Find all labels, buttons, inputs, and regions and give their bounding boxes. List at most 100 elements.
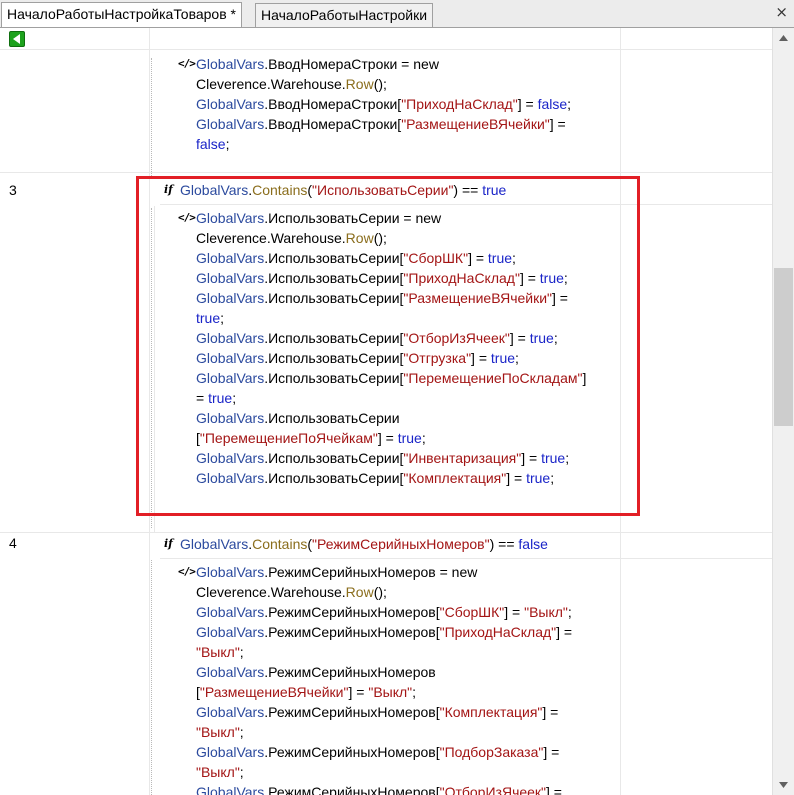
code-token: true xyxy=(487,250,513,266)
code-line[interactable]: GlobalVars.ВводНомераСтроки["ПриходНаСкл… xyxy=(196,94,571,114)
code-token: "Выкл" xyxy=(524,604,568,620)
code-token: "ОтборИзЯчеек" xyxy=(403,330,510,346)
code-token: .ИспользоватьСерии xyxy=(264,410,400,426)
code-token: ] = xyxy=(521,450,542,466)
code-token: ) == xyxy=(453,182,483,198)
code-line[interactable]: GlobalVars.ВводНомераСтроки["РазмещениеВ… xyxy=(196,114,566,134)
if-icon: if xyxy=(164,183,173,196)
code-token: true xyxy=(529,330,554,346)
code-line[interactable]: GlobalVars.ИспользоватьСерии["ПриходНаСк… xyxy=(196,268,568,288)
code-token: ] = xyxy=(519,270,540,286)
scroll-up-icon[interactable] xyxy=(777,32,790,44)
code-token: "РазмещениеВЯчейки" xyxy=(199,684,349,700)
code-token: .РежимСерийныхНомеров xyxy=(264,664,436,680)
code-token: ВводНомераСтроки = new xyxy=(268,56,439,72)
tab-nachalo-raboty-nastroyka-tovarov[interactable]: НачалоРаботыНастройкаТоваров * xyxy=(1,2,242,27)
code-line[interactable]: ["ПеремещениеПоЯчейкам"] = true; xyxy=(196,428,426,448)
code-token: true xyxy=(541,450,566,466)
code-line[interactable]: GlobalVars.ИспользоватьСерии["Инвентариз… xyxy=(196,448,569,468)
code-token: GlobalVars xyxy=(196,250,265,266)
code-token: GlobalVars xyxy=(196,470,265,486)
code-token: true xyxy=(196,310,221,326)
code-token: false xyxy=(196,136,226,152)
tab-nachalo-raboty-nastroyki[interactable]: НачалоРаботыНастройки xyxy=(255,3,434,27)
code-line[interactable]: Cleverence.Warehouse.Row(); xyxy=(196,228,387,248)
code-line[interactable]: GlobalVars.РежимСерийныхНомеров["ПодборЗ… xyxy=(196,742,559,762)
code-token: "Отгрузка" xyxy=(403,350,472,366)
code-editor: </> GlobalVars.ВводНомераСтроки = new Clev… xyxy=(0,28,772,795)
code-line[interactable]: Cleverence.Warehouse.Row(); xyxy=(196,74,387,94)
code-line[interactable]: GlobalVars.ИспользоватьСерии["СборШК"] =… xyxy=(196,248,516,268)
code-line[interactable]: "Выкл"; xyxy=(196,762,244,782)
code-token: ; xyxy=(567,96,572,112)
code-line[interactable]: Cleverence.Warehouse.Row(); xyxy=(196,582,387,602)
row-number: 3 xyxy=(9,182,17,198)
code-token: Cleverence.Warehouse. xyxy=(196,584,346,600)
code-token: ; xyxy=(232,390,237,406)
code-token: "Выкл" xyxy=(196,644,240,660)
code-token: Row xyxy=(345,230,374,246)
code-token: GlobalVars xyxy=(196,450,265,466)
code-line[interactable]: GlobalVars.РежимСерийныхНомеров["ПриходН… xyxy=(196,622,572,642)
code-token: ; xyxy=(225,136,230,152)
code-token: true xyxy=(482,182,507,198)
close-tab-button[interactable]: × xyxy=(775,3,788,21)
code-token: true xyxy=(208,390,233,406)
code-token: ; xyxy=(567,604,572,620)
code-token: "Выкл" xyxy=(196,724,240,740)
code-token: ; xyxy=(550,470,555,486)
if-condition[interactable]: GlobalVars.Contains("ИспользоватьСерии")… xyxy=(180,180,506,200)
code-token: ; xyxy=(412,684,417,700)
code-token: .РежимСерийныхНомеров = new xyxy=(264,564,478,580)
code-line[interactable]: GlobalVars.РежимСерийныхНомеров["ОтборИз… xyxy=(196,782,562,795)
back-arrow-icon[interactable] xyxy=(9,31,25,47)
code-token: GlobalVars xyxy=(196,56,265,72)
code-token: = xyxy=(196,390,209,406)
code-token: .РежимСерийныхНомеров[ xyxy=(264,604,440,620)
code-line[interactable]: "Выкл"; xyxy=(196,722,244,742)
code-token: .ИспользоватьСерии[ xyxy=(264,270,404,286)
tab-bar: НачалоРаботыНастройкаТоваров * НачалоРаб… xyxy=(0,0,794,28)
code-token: .РежимСерийныхНомеров[ xyxy=(264,744,440,760)
code-line[interactable]: GlobalVars.ИспользоватьСерии["Отгрузка"]… xyxy=(196,348,519,368)
code-line[interactable]: "Выкл"; xyxy=(196,642,244,662)
scroll-thumb[interactable] xyxy=(774,268,793,426)
code-line[interactable]: GlobalVars.ИспользоватьСерии["Перемещени… xyxy=(196,368,586,388)
code-token: .ИспользоватьСерии[ xyxy=(264,350,404,366)
code-line[interactable]: GlobalVars.РежимСерийныхНомеров xyxy=(196,662,436,682)
if-condition[interactable]: GlobalVars.Contains("РежимСерийныхНомеро… xyxy=(180,534,548,554)
code-line[interactable]: true; xyxy=(196,308,224,328)
code-token: true xyxy=(490,350,516,366)
code-line[interactable]: GlobalVars.ВводНомераСтроки = new xyxy=(196,54,439,74)
code-line[interactable]: GlobalVars.ИспользоватьСерии xyxy=(196,408,400,428)
code-token: ] = xyxy=(546,784,562,795)
code-line[interactable]: GlobalVars.РежимСерийныхНомеров["Комплек… xyxy=(196,702,558,722)
code-token: GlobalVars xyxy=(196,664,265,680)
code-line[interactable]: GlobalVars.ИспользоватьСерии["Размещение… xyxy=(196,288,568,308)
code-token: ; xyxy=(515,350,519,366)
code-token: ; xyxy=(220,310,225,326)
code-line[interactable]: = true; xyxy=(196,388,236,408)
code-token: "Комплектация" xyxy=(439,704,543,720)
code-token: true xyxy=(526,470,551,486)
code-token: Contains xyxy=(252,536,308,552)
code-line[interactable]: GlobalVars.ИспользоватьСерии = new xyxy=(196,208,441,228)
row-number: 4 xyxy=(9,535,17,551)
code-token: .ИспользоватьСерии[ xyxy=(264,290,404,306)
vertical-scrollbar[interactable] xyxy=(772,28,794,795)
code-line[interactable]: GlobalVars.РежимСерийныхНомеров = new xyxy=(196,562,477,582)
code-token: .РежимСерийныхНомеров[ xyxy=(264,624,440,640)
code-token: "РежимСерийныхНомеров" xyxy=(312,536,490,552)
code-line[interactable]: GlobalVars.РежимСерийныхНомеров["СборШК"… xyxy=(196,602,572,622)
code-token: GlobalVars xyxy=(196,564,265,580)
code-line[interactable]: false; xyxy=(196,134,229,154)
code-line[interactable]: ["РазмещениеВЯчейки"] = "Выкл"; xyxy=(196,682,416,702)
code-token: "ПриходНаСклад" xyxy=(439,624,557,640)
code-token: .ИспользоватьСерии[ xyxy=(264,450,404,466)
code-line[interactable]: GlobalVars.ИспользоватьСерии["Комплектац… xyxy=(196,468,554,488)
code-line[interactable]: GlobalVars.ИспользоватьСерии["ОтборИзЯче… xyxy=(196,328,558,348)
scroll-down-icon[interactable] xyxy=(777,779,790,791)
code-token: ] xyxy=(582,370,587,386)
code-token: "ПриходНаСклад" xyxy=(401,96,518,112)
code-token: ] = xyxy=(517,96,538,112)
